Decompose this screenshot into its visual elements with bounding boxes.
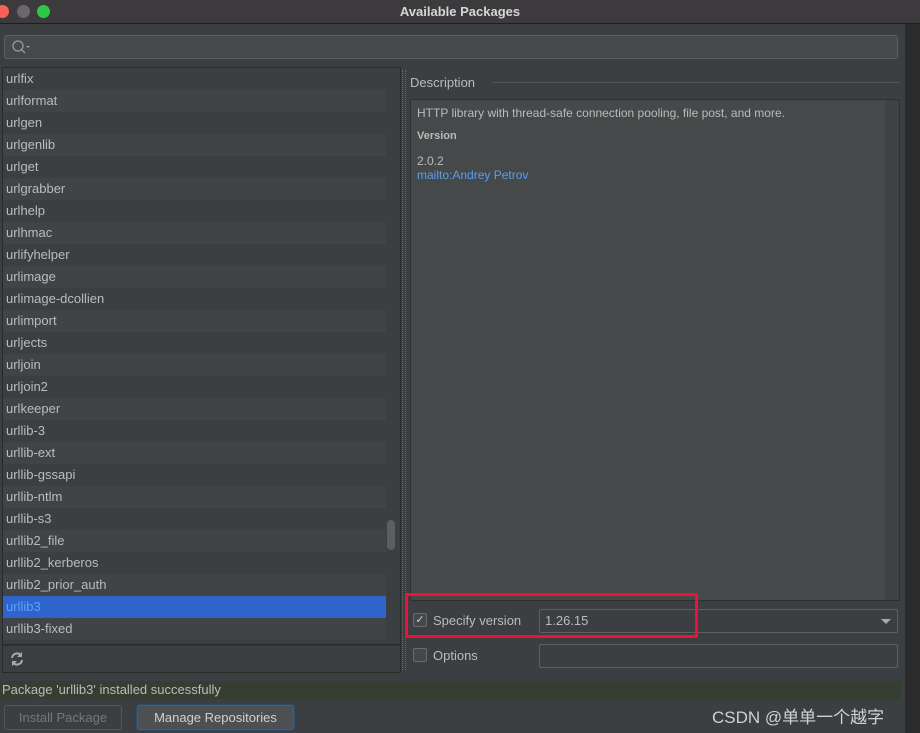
description-panel: HTTP library with thread-safe connection… (410, 99, 900, 601)
package-list-item[interactable]: urllib-ext (3, 442, 386, 464)
status-message: Package 'urllib3' installed successfully (0, 681, 901, 699)
package-list-item[interactable]: urllib3 (3, 596, 386, 618)
package-list-item[interactable]: urlgen (3, 112, 386, 134)
package-list-item[interactable]: urlfix (3, 68, 386, 90)
list-toolbar (2, 645, 401, 673)
package-list-item[interactable]: urljoin2 (3, 376, 386, 398)
package-list-item[interactable]: urlimage (3, 266, 386, 288)
refresh-icon[interactable] (9, 651, 25, 667)
background-window-edge (905, 24, 920, 733)
package-list-item[interactable]: urllib2_file (3, 530, 386, 552)
author-link[interactable]: mailto:Andrey Petrov (417, 168, 528, 182)
watermark: CSDN @单单一个越字 (712, 708, 885, 727)
search-input[interactable] (4, 35, 898, 59)
package-list-item[interactable]: urljects (3, 332, 386, 354)
package-list-scrollbar[interactable] (387, 520, 395, 550)
package-list-item[interactable]: urljoin (3, 354, 386, 376)
description-scrollbar[interactable] (885, 100, 899, 600)
package-list-item[interactable]: urllib-ntlm (3, 486, 386, 508)
package-list-item[interactable]: urlget (3, 156, 386, 178)
package-list-item[interactable]: urlgenlib (3, 134, 386, 156)
package-list[interactable]: urlfix urlformat urlgen urlgenlib urlget urlg… (2, 67, 401, 645)
install-package-button[interactable]: Install Package (4, 705, 122, 730)
package-list-item[interactable]: urlkeeper (3, 398, 386, 420)
package-list-item[interactable]: urlifyhelper (3, 244, 386, 266)
package-list-item[interactable]: urllib-gssapi (3, 464, 386, 486)
package-list-item[interactable]: urlhelp (3, 200, 386, 222)
search-icon[interactable] (10, 38, 32, 58)
description-heading: Description (410, 75, 476, 90)
options-input[interactable] (539, 644, 898, 668)
latest-version: 2.0.2 (417, 154, 444, 168)
divider (492, 82, 900, 83)
package-list-item[interactable]: urllib-3 (3, 420, 386, 442)
package-list-item[interactable]: urllib2_kerberos (3, 552, 386, 574)
options-label: Options (433, 648, 478, 663)
version-heading: Version (417, 130, 457, 142)
package-list-item[interactable]: urlgrabber (3, 178, 386, 200)
chevron-down-icon[interactable] (881, 619, 891, 624)
package-list-item[interactable]: urlimage-dcollien (3, 288, 386, 310)
package-list-item[interactable]: urlhmac (3, 222, 386, 244)
description-summary: HTTP library with thread-safe connection… (417, 106, 785, 120)
package-list-item[interactable]: urllib3-fixed (3, 618, 386, 640)
package-list-item[interactable]: urllib2_prior_auth (3, 574, 386, 596)
window-title: Available Packages (399, 4, 521, 19)
manage-repositories-button[interactable]: Manage Repositories (137, 705, 294, 730)
panel-splitter[interactable] (402, 70, 406, 670)
package-list-item[interactable]: urlimport (3, 310, 386, 332)
package-list-item[interactable]: urlformat (3, 90, 386, 112)
title-bar: Available Packages (0, 0, 920, 24)
package-list-item[interactable]: urllib-s3 (3, 508, 386, 530)
options-checkbox[interactable] (413, 648, 427, 662)
highlight-annotation (405, 593, 698, 638)
